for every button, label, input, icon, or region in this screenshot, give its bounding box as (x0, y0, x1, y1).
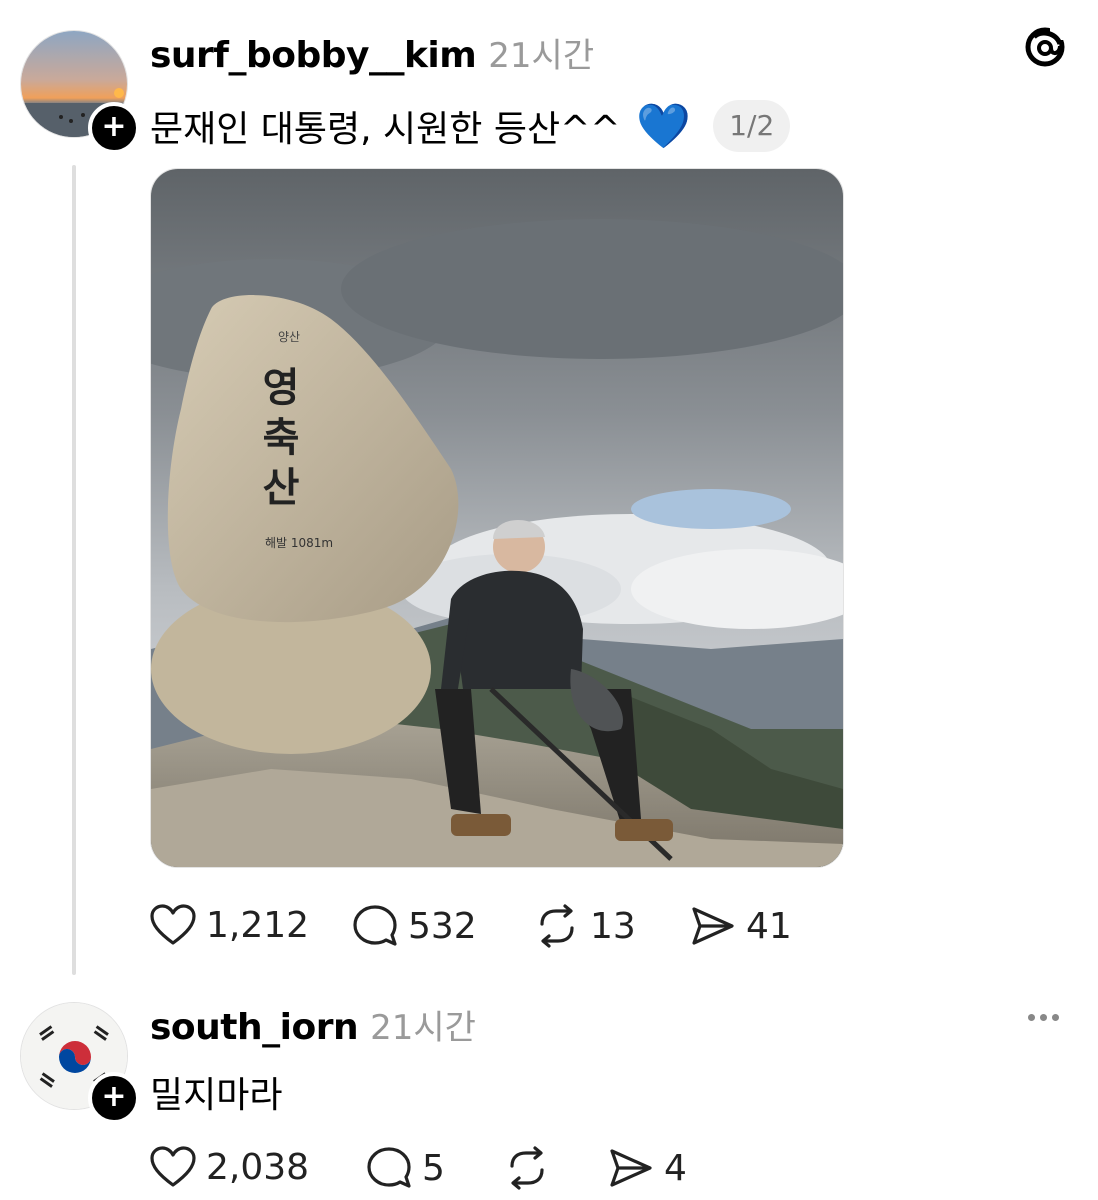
reply-text: 밀지마라 (150, 1075, 283, 1116)
heart-icon (150, 904, 196, 945)
reply-time: 21시간 (370, 1008, 476, 1048)
post-repost-count: 13 (590, 905, 636, 947)
stone-logo: 양산 (278, 330, 300, 344)
reply-like-button[interactable]: 2,038 (150, 1146, 309, 1188)
stone-char-2: 축 (263, 415, 300, 461)
repost-icon (540, 904, 574, 948)
reply-repost-button[interactable] (504, 1146, 560, 1190)
threads-logo-icon[interactable] (1022, 24, 1068, 74)
reply-share-count: 4 (664, 1147, 687, 1189)
post-repost-button[interactable]: 13 (534, 904, 636, 948)
blue-heart-emoji: 💙 (636, 101, 692, 152)
post-reply-button[interactable]: 532 (352, 904, 477, 948)
media-pager-badge: 1/2 (713, 100, 791, 152)
comment-icon (367, 1147, 411, 1188)
repost-icon (510, 1146, 544, 1190)
post-like-button[interactable]: 1,212 (150, 904, 309, 946)
mountain-summit-photo: 영 축 산 양산 해발 1081m (151, 169, 843, 867)
stone-char-1: 영 (263, 365, 300, 411)
share-icon (692, 907, 734, 945)
reply-username[interactable]: south_iorn (150, 1007, 359, 1048)
stone-elevation: 해발 1081m (265, 536, 333, 550)
heart-icon (150, 1146, 196, 1187)
follow-plus-icon[interactable]: + (88, 1072, 140, 1124)
post-share-button[interactable]: 41 (690, 904, 792, 948)
stone-char-3: 산 (263, 465, 300, 511)
share-icon (610, 1149, 652, 1187)
post-username[interactable]: surf_bobby__kim (150, 35, 477, 76)
post-text: 문재인 대통령, 시원한 등산^^ (150, 109, 621, 150)
reply-reply-count: 5 (422, 1147, 445, 1189)
follow-plus-icon[interactable]: + (88, 102, 140, 154)
comment-icon (353, 905, 397, 946)
reply-like-count: 2,038 (206, 1146, 310, 1188)
reply-share-button[interactable]: 4 (608, 1146, 687, 1190)
thread-connector-line (72, 165, 76, 975)
post-photo[interactable]: 영 축 산 양산 해발 1081m (150, 168, 844, 868)
more-icon[interactable] (1028, 1014, 1064, 1021)
post-like-count: 1,212 (206, 904, 310, 946)
post-reply-count: 532 (408, 905, 477, 947)
reply-reply-button[interactable]: 5 (366, 1146, 445, 1190)
post-time: 21시간 (488, 36, 595, 76)
post-share-count: 41 (746, 905, 792, 947)
